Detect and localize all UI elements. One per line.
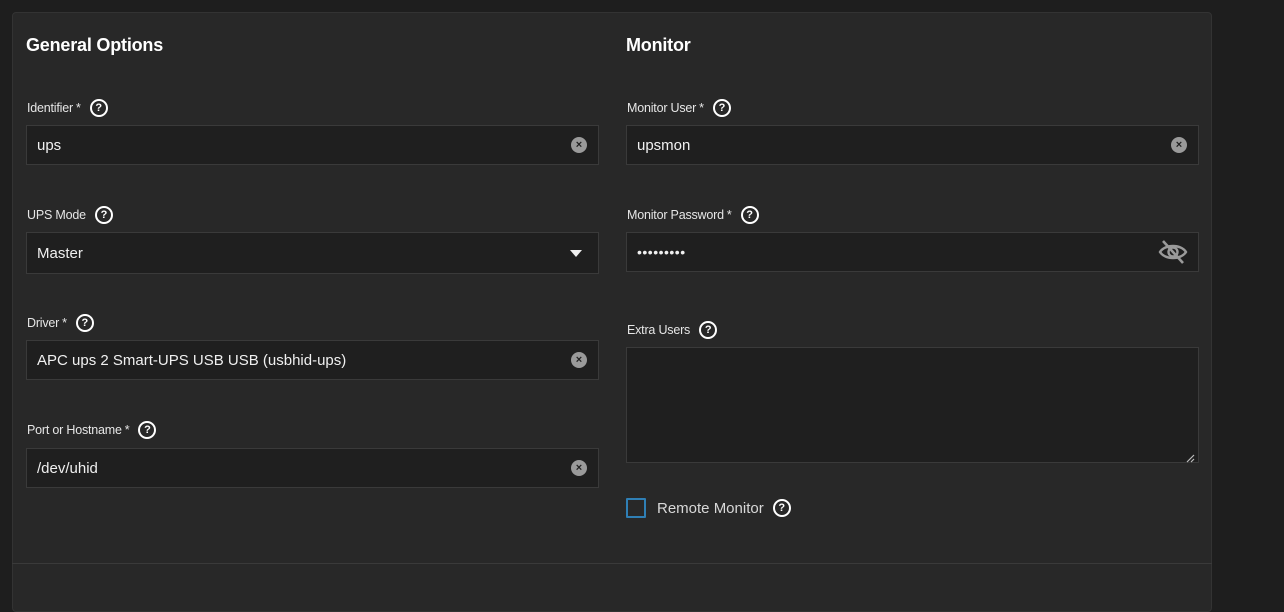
identifier-label: Identifier * ? bbox=[27, 99, 108, 117]
port-help-icon[interactable]: ? bbox=[138, 421, 157, 439]
driver-clear-icon[interactable]: × bbox=[571, 352, 587, 368]
port-label: Port or Hostname * ? bbox=[27, 421, 157, 439]
general-options-title: General Options bbox=[26, 35, 164, 55]
monitor-title: Monitor bbox=[626, 35, 691, 55]
remote-monitor-row: Remote Monitor ? bbox=[626, 498, 791, 518]
card-divider bbox=[12, 563, 1212, 564]
monitor-password-input[interactable]: ••••••••• bbox=[626, 232, 1199, 272]
driver-label: Driver * ? bbox=[27, 314, 94, 332]
remote-monitor-label[interactable]: Remote Monitor bbox=[657, 500, 764, 517]
ups-mode-help-icon[interactable]: ? bbox=[94, 206, 113, 224]
driver-input[interactable]: APC ups 2 Smart-UPS USB USB (usbhid-ups)… bbox=[26, 340, 599, 380]
chevron-down-icon[interactable] bbox=[570, 249, 582, 257]
ups-settings-card bbox=[12, 12, 1212, 612]
monitor-user-help-icon[interactable]: ? bbox=[712, 99, 731, 117]
monitor-user-input[interactable]: upsmon × bbox=[626, 125, 1199, 165]
ups-mode-label: UPS Mode ? bbox=[27, 206, 113, 224]
monitor-user-label: Monitor User * ? bbox=[627, 99, 731, 117]
monitor-user-clear-icon[interactable]: × bbox=[1171, 137, 1187, 153]
port-input[interactable]: /dev/uhid × bbox=[26, 448, 599, 488]
identifier-help-icon[interactable]: ? bbox=[89, 99, 108, 117]
monitor-password-help-icon[interactable]: ? bbox=[740, 206, 759, 224]
eye-off-icon[interactable] bbox=[1158, 239, 1188, 265]
remote-monitor-checkbox[interactable] bbox=[626, 498, 646, 518]
driver-help-icon[interactable]: ? bbox=[75, 314, 94, 332]
ups-mode-select[interactable]: Master bbox=[26, 232, 599, 274]
identifier-input[interactable]: ups × bbox=[26, 125, 599, 165]
port-clear-icon[interactable]: × bbox=[571, 460, 587, 476]
monitor-password-label: Monitor Password * ? bbox=[627, 206, 759, 224]
extra-users-label: Extra Users ? bbox=[627, 321, 718, 339]
resize-handle-icon[interactable] bbox=[1186, 450, 1195, 463]
extra-users-textarea[interactable] bbox=[626, 347, 1199, 463]
extra-users-help-icon[interactable]: ? bbox=[699, 321, 718, 339]
identifier-clear-icon[interactable]: × bbox=[571, 137, 587, 153]
remote-monitor-help-icon[interactable]: ? bbox=[772, 499, 791, 517]
